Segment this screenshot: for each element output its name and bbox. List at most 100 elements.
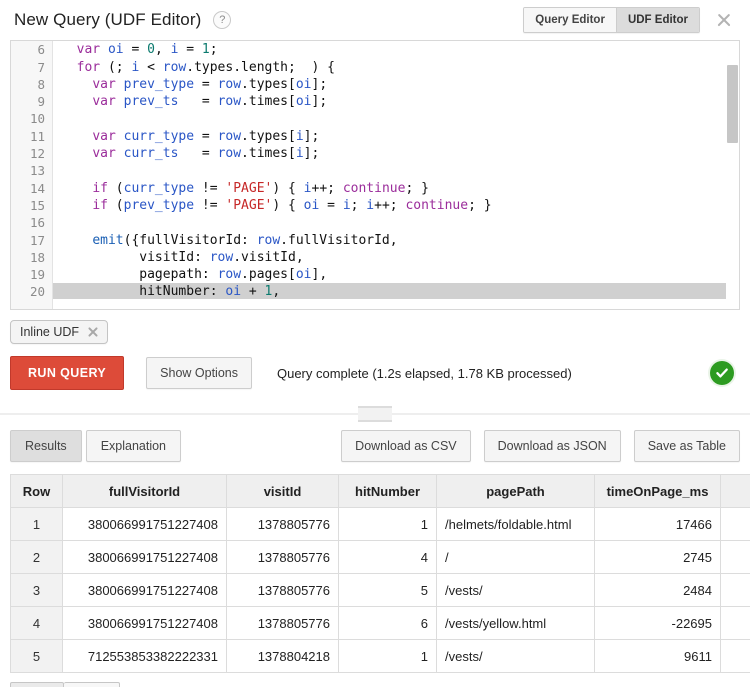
window-header: New Query (UDF Editor) ? Query Editor UD… (0, 0, 750, 40)
code-line[interactable]: 19 pagepath: row.pages[oi], (11, 266, 739, 283)
results-table: Row fullVisitorId visitId hitNumber page… (10, 474, 750, 673)
cell-timeonpagems: 2484 (594, 573, 721, 607)
help-icon[interactable]: ? (213, 11, 232, 29)
code-line[interactable]: 6 var oi = 0, i = 1; (11, 41, 739, 58)
editor-horizontal-scrollbar[interactable] (53, 299, 726, 309)
line-text[interactable]: var prev_ts = row.times[oi]; (53, 93, 739, 110)
cell-visitid: 1378805776 (226, 540, 339, 574)
line-text[interactable]: if (prev_type != 'PAGE') { oi = i; i++; … (53, 197, 739, 214)
cell-hitnumber: 6 (338, 606, 437, 640)
panel-splitter[interactable] (0, 404, 750, 424)
line-text[interactable] (53, 162, 739, 179)
download-as-csv-button[interactable]: Download as CSV (341, 430, 471, 462)
cell-visitid: 1378805776 (226, 507, 339, 541)
code-line[interactable]: 15 if (prev_type != 'PAGE') { oi = i; i+… (11, 197, 739, 214)
code-line[interactable]: 9 var prev_ts = row.times[oi]; (11, 93, 739, 110)
cell-row-number: 4 (10, 606, 63, 640)
inline-udf-chip[interactable]: Inline UDF (10, 320, 109, 344)
column-header-row[interactable]: Row (10, 474, 63, 508)
line-number: 7 (37, 59, 45, 75)
code-line[interactable]: 12 var curr_ts = row.times[i]; (11, 145, 739, 162)
query-status-text: Query complete (1.2s elapsed, 1.78 KB pr… (276, 365, 572, 381)
view-json-button[interactable]: JSON (63, 682, 121, 687)
code-line[interactable]: 16 (11, 214, 739, 231)
line-text[interactable]: for (; i < row.types.length; ) { (53, 59, 739, 76)
udf-resources-row: Inline UDF (0, 310, 750, 344)
code-line[interactable]: 14 if (curr_type != 'PAGE') { i++; conti… (11, 180, 739, 197)
code-line[interactable]: 13 (11, 162, 739, 179)
column-header-pagepath[interactable]: pagePath (436, 474, 595, 508)
cell-visitid: 1378805776 (226, 573, 339, 607)
line-number: 14 (29, 180, 45, 196)
line-text[interactable]: var curr_type = row.types[i]; (53, 128, 739, 145)
line-number: 17 (29, 232, 45, 248)
cell-pagepath: /helmets/foldable.html (436, 507, 595, 541)
results-footer: Table JSON First < Prev Rows 1 - 5 of 29… (0, 673, 750, 687)
cell-fullvisitorid: 380066991751227408 (62, 507, 227, 541)
line-text[interactable]: pagepath: row.pages[oi], (53, 266, 739, 283)
editor-scrollbar-thumb[interactable] (727, 65, 738, 143)
close-icon[interactable] (714, 10, 734, 30)
view-table-button[interactable]: Table (10, 682, 64, 687)
line-text[interactable] (53, 214, 739, 231)
line-text[interactable]: if (curr_type != 'PAGE') { i++; continue… (53, 180, 739, 197)
code-line[interactable]: 17 emit({fullVisitorId: row.fullVisitorI… (11, 232, 739, 249)
table-row[interactable]: 4 380066991751227408 1378805776 6/vests/yel… (10, 606, 750, 640)
code-line[interactable]: 11 var curr_type = row.types[i]; (11, 128, 739, 145)
view-mode-buttons: Table JSON (10, 682, 121, 687)
cell-timeonpagems: 9611 (594, 639, 721, 673)
page-title: New Query (UDF Editor) (14, 10, 202, 29)
save-as-table-button[interactable]: Save as Table (633, 430, 740, 462)
line-number: 6 (37, 42, 45, 58)
cell-spacer (720, 573, 750, 607)
udf-code-editor[interactable]: 5function timeOnPage(row, emit) {6 var o… (10, 40, 740, 310)
line-number: 15 (29, 197, 45, 213)
line-text[interactable]: var oi = 0, i = 1; (53, 41, 739, 58)
code-line[interactable]: 10 (11, 110, 739, 127)
close-icon[interactable] (86, 325, 100, 339)
cell-fullvisitorid: 380066991751227408 (62, 573, 227, 607)
column-header-hitnumber[interactable]: hitNumber (338, 474, 437, 508)
column-header-fullvisitorid[interactable]: fullVisitorId (62, 474, 227, 508)
line-text[interactable]: var prev_type = row.types[oi]; (53, 76, 739, 93)
line-number: 18 (29, 249, 45, 265)
cell-row-number: 2 (10, 540, 63, 574)
line-text[interactable]: var curr_ts = row.times[i]; (53, 145, 739, 162)
table-row[interactable]: 1 380066991751227408 1378805776 1/helmets/f… (10, 507, 750, 541)
tab-results[interactable]: Results (10, 430, 82, 462)
cell-timeonpagems: -22695 (594, 606, 721, 640)
column-header-timeonpagems[interactable]: timeOnPage_ms (594, 474, 721, 508)
tab-explanation[interactable]: Explanation (85, 430, 182, 462)
line-text[interactable] (53, 110, 739, 127)
tab-query-editor[interactable]: Query Editor (524, 8, 616, 32)
editor-vertical-scrollbar[interactable] (726, 41, 739, 309)
code-line[interactable]: 7 for (; i < row.types.length; ) { (11, 59, 739, 76)
line-number: 19 (29, 267, 45, 283)
code-line[interactable]: 18 visitId: row.visitId, (11, 249, 739, 266)
show-options-button[interactable]: Show Options (146, 357, 252, 389)
cell-fullvisitorid: 712553853382222331 (62, 639, 227, 673)
table-row[interactable]: 2 380066991751227408 1378805776 4/2745 (10, 540, 750, 574)
cell-pagepath: / (436, 540, 595, 574)
code-line[interactable]: 8 var prev_type = row.types[oi]; (11, 76, 739, 93)
line-number: 12 (29, 146, 45, 162)
table-header-row: Row fullVisitorId visitId hitNumber page… (10, 474, 750, 508)
cell-spacer (720, 606, 750, 640)
line-number: 13 (29, 163, 45, 179)
line-text[interactable]: visitId: row.visitId, (53, 249, 739, 266)
cell-fullvisitorid: 380066991751227408 (62, 606, 227, 640)
cell-hitnumber: 1 (338, 639, 437, 673)
cell-pagepath: /vests/ (436, 639, 595, 673)
line-number: 10 (29, 111, 45, 127)
table-row[interactable]: 3 380066991751227408 1378805776 5/vests/248… (10, 573, 750, 607)
splitter-grip-handle[interactable] (358, 406, 392, 422)
header-actions: Query Editor UDF Editor (523, 7, 736, 33)
tab-udf-editor[interactable]: UDF Editor (615, 8, 699, 32)
run-query-button[interactable]: RUN QUERY (10, 356, 125, 390)
download-as-json-button[interactable]: Download as JSON (483, 430, 621, 462)
editor-code[interactable]: 5function timeOnPage(row, emit) {6 var o… (11, 41, 739, 301)
line-text[interactable]: emit({fullVisitorId: row.fullVisitorId, (53, 232, 739, 249)
table-row[interactable]: 5 712553853382222331 1378804218 1/vests/961… (10, 639, 750, 673)
column-header-visitid[interactable]: visitId (226, 474, 339, 508)
line-number: 11 (29, 128, 45, 144)
